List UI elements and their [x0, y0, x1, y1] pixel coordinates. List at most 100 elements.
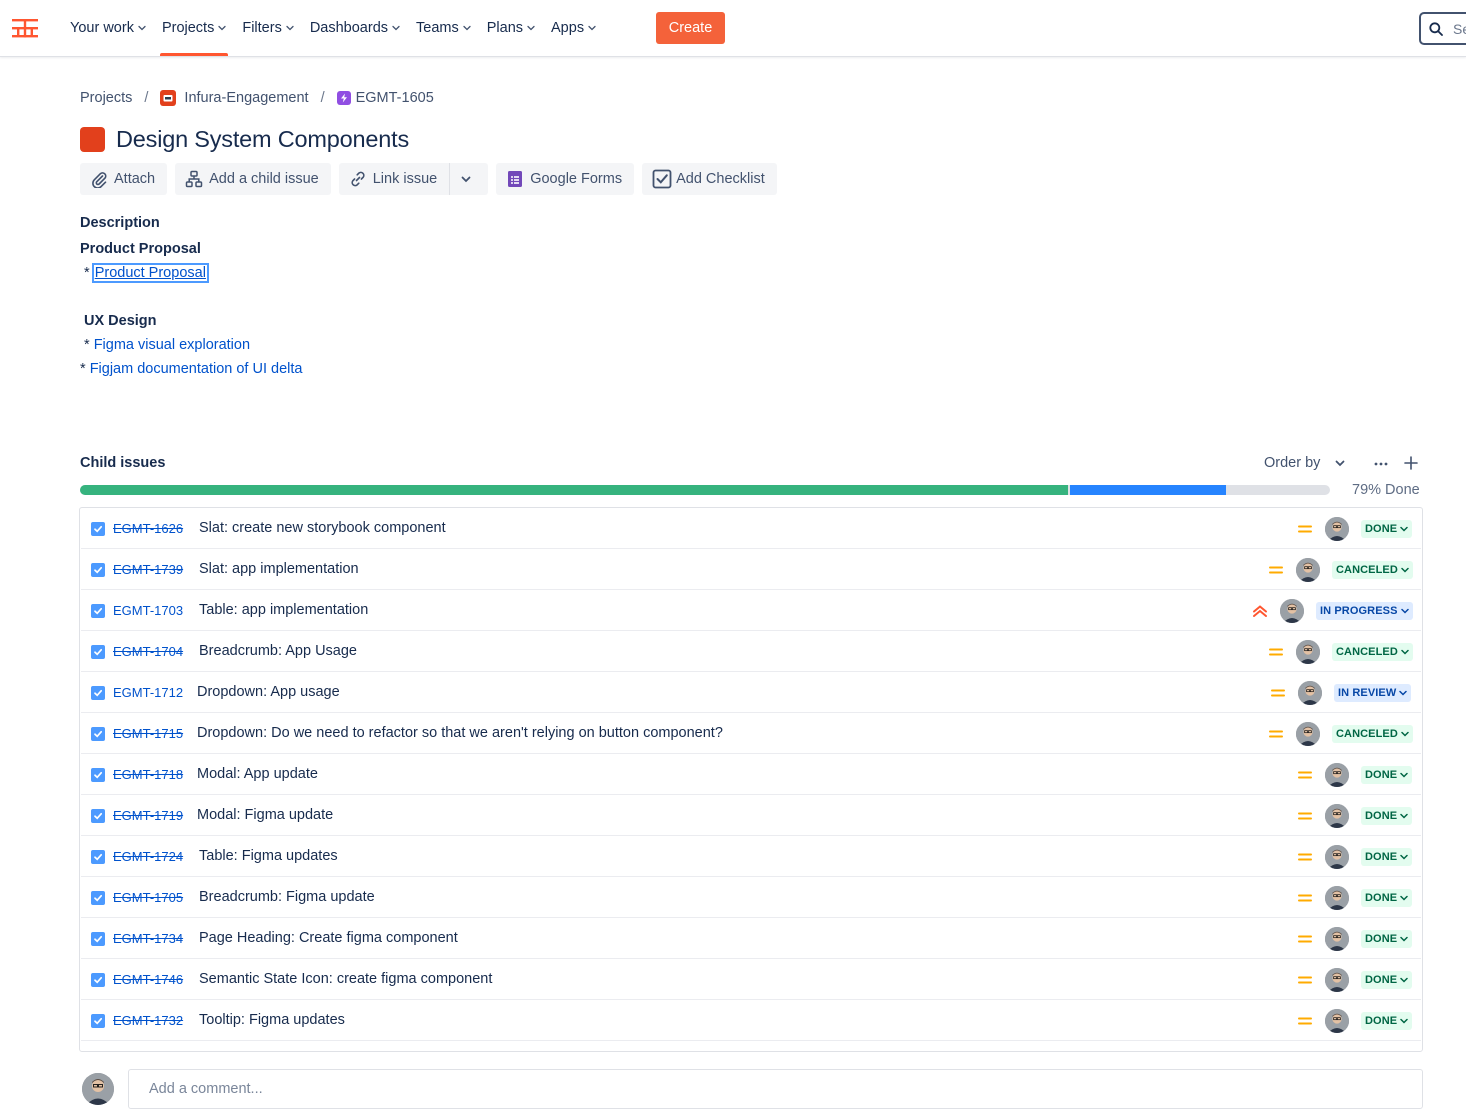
search-input[interactable]: Se	[1419, 12, 1466, 45]
table-row[interactable]: EGMT-1703 Table: app implementation IN PRO…	[81, 590, 1421, 631]
link-issue-button[interactable]: Link issue	[338, 163, 450, 195]
assignee-avatar[interactable]	[1325, 845, 1349, 869]
issue-key-link[interactable]: EGMT-1712	[113, 685, 183, 700]
issue-key-link[interactable]: EGMT-1739	[113, 562, 183, 577]
issue-summary[interactable]: Table: Figma updates	[199, 848, 338, 864]
add-comment-input[interactable]: Add a comment...	[128, 1069, 1423, 1109]
issue-key-link[interactable]: EGMT-1703	[113, 603, 183, 618]
status-dropdown[interactable]: IN PROGRESS	[1316, 602, 1413, 620]
google-forms-button[interactable]: Google Forms	[496, 163, 635, 195]
status-dropdown[interactable]: DONE	[1361, 971, 1413, 989]
issue-key-link[interactable]: EGMT-1626	[113, 521, 183, 536]
more-options-icon[interactable]	[1373, 456, 1389, 472]
status-dropdown[interactable]: DONE	[1361, 1012, 1413, 1030]
issue-key-link[interactable]: EGMT-1734	[113, 931, 183, 946]
top-navigation: Your work Projects Filters Dashboards Teams P…	[0, 0, 1466, 57]
issue-summary[interactable]: Tooltip: Figma updates	[199, 1012, 345, 1028]
assignee-avatar[interactable]	[1296, 558, 1320, 582]
status-dropdown[interactable]: CANCELED	[1332, 561, 1413, 579]
nav-item-teams[interactable]: Teams	[408, 0, 479, 56]
order-by-dropdown[interactable]: Order by	[1264, 455, 1346, 471]
create-button[interactable]: Create	[656, 12, 725, 44]
status-dropdown[interactable]: DONE	[1361, 766, 1413, 784]
table-row[interactable]: EGMT-1719 Modal: Figma update DONE	[81, 795, 1421, 836]
issue-key-link[interactable]: EGMT-1704	[113, 644, 183, 659]
figma-visual-exploration-link[interactable]: Figma visual exploration	[94, 337, 250, 353]
checklist-icon	[652, 169, 672, 189]
attach-button[interactable]: Attach	[80, 163, 168, 195]
story-checkbox-icon	[91, 850, 105, 864]
issue-summary[interactable]: Table: app implementation	[199, 602, 368, 618]
assignee-avatar[interactable]	[1325, 517, 1349, 541]
nav-item-projects[interactable]: Projects	[154, 0, 234, 56]
breadcrumb-issue-key[interactable]: EGMT-1605	[356, 90, 434, 106]
issue-key-link[interactable]: EGMT-1719	[113, 808, 183, 823]
chevron-down-icon	[1401, 731, 1409, 737]
table-row[interactable]: EGMT-1715 Dropdown: Do we need to refacto…	[81, 713, 1421, 754]
issue-key-link[interactable]: EGMT-1724	[113, 849, 183, 864]
page-title[interactable]: Design System Components	[116, 126, 409, 153]
nav-item-plans[interactable]: Plans	[479, 0, 543, 56]
chevron-down-icon	[1400, 895, 1408, 901]
nav-item-your-work[interactable]: Your work	[62, 0, 154, 56]
issue-summary[interactable]: Semantic State Icon: create figma compon…	[199, 971, 492, 987]
issue-summary[interactable]: Breadcrumb: App Usage	[199, 643, 357, 659]
nav-item-filters[interactable]: Filters	[234, 0, 301, 56]
status-dropdown[interactable]: DONE	[1361, 889, 1413, 907]
assignee-avatar[interactable]	[1325, 968, 1349, 992]
table-row[interactable]: EGMT-1724 Table: Figma updates DONE	[81, 836, 1421, 877]
issue-summary[interactable]: Slat: app implementation	[199, 561, 359, 577]
issue-key-link[interactable]: EGMT-1715	[113, 726, 183, 741]
issue-summary[interactable]: Dropdown: Do we need to refactor so that…	[197, 725, 723, 741]
status-dropdown[interactable]: DONE	[1361, 930, 1413, 948]
status-dropdown[interactable]: DONE	[1361, 807, 1413, 825]
assignee-avatar[interactable]	[1280, 599, 1304, 623]
issue-summary[interactable]: Modal: App update	[197, 766, 318, 782]
breadcrumb-projects[interactable]: Projects	[80, 90, 132, 106]
nav-item-label: Your work	[70, 20, 134, 36]
add-child-issue-icon[interactable]	[1403, 455, 1419, 471]
issue-summary[interactable]: Slat: create new storybook component	[199, 520, 446, 536]
issue-summary[interactable]: Page Heading: Create figma component	[199, 930, 458, 946]
table-row[interactable]: EGMT-1712 Dropdown: App usage IN REVIEW	[81, 672, 1421, 713]
figjam-documentation-link[interactable]: Figjam documentation of UI delta	[90, 361, 303, 377]
status-dropdown[interactable]: CANCELED	[1332, 725, 1413, 743]
product-proposal-link[interactable]: Product Proposal	[91, 263, 209, 283]
breadcrumb-project[interactable]: Infura-Engagement	[184, 90, 308, 106]
table-row[interactable]: EGMT-1746 Semantic State Icon: create fig…	[81, 959, 1421, 1000]
add-child-issue-button[interactable]: Add a child issue	[175, 163, 331, 195]
table-row[interactable]: EGMT-1626 Slat: create new storybook comp…	[81, 508, 1421, 549]
issue-summary[interactable]: Modal: Figma update	[197, 807, 333, 823]
assignee-avatar[interactable]	[1325, 804, 1349, 828]
table-row[interactable]: EGMT-1734 Page Heading: Create figma comp…	[81, 918, 1421, 959]
status-dropdown[interactable]: IN REVIEW	[1334, 684, 1412, 702]
issue-summary[interactable]: Breadcrumb: Figma update	[199, 889, 375, 905]
issue-key-link[interactable]: EGMT-1718	[113, 767, 183, 782]
table-row[interactable]: EGMT-1704 Breadcrumb: App Usage CANCELED	[81, 631, 1421, 672]
nav-item-dashboards[interactable]: Dashboards	[302, 0, 408, 56]
status-dropdown[interactable]: DONE	[1361, 848, 1413, 866]
assignee-avatar[interactable]	[1296, 722, 1320, 746]
assignee-avatar[interactable]	[1325, 763, 1349, 787]
more-actions-dropdown[interactable]	[449, 163, 489, 195]
table-row[interactable]: EGMT-1739 Slat: app implementation CANCELE…	[81, 549, 1421, 590]
table-row[interactable]: EGMT-1718 Modal: App update DONE	[81, 754, 1421, 795]
story-checkbox-icon	[91, 973, 105, 987]
add-checklist-button[interactable]: Add Checklist	[642, 163, 777, 195]
issue-summary[interactable]: Dropdown: App usage	[197, 684, 340, 700]
status-dropdown[interactable]: CANCELED	[1332, 643, 1413, 661]
app-logo-icon[interactable]	[12, 16, 38, 40]
assignee-avatar[interactable]	[1325, 1009, 1349, 1033]
assignee-avatar[interactable]	[1298, 681, 1322, 705]
nav-item-apps[interactable]: Apps	[543, 0, 604, 56]
assignee-avatar[interactable]	[1296, 640, 1320, 664]
story-checkbox-icon	[91, 891, 105, 905]
assignee-avatar[interactable]	[1325, 927, 1349, 951]
issue-key-link[interactable]: EGMT-1732	[113, 1013, 183, 1028]
issue-key-link[interactable]: EGMT-1705	[113, 890, 183, 905]
status-dropdown[interactable]: DONE	[1361, 520, 1413, 538]
assignee-avatar[interactable]	[1325, 886, 1349, 910]
table-row[interactable]: EGMT-1732 Tooltip: Figma updates DONE	[81, 1000, 1421, 1041]
issue-key-link[interactable]: EGMT-1746	[113, 972, 183, 987]
table-row[interactable]: EGMT-1705 Breadcrumb: Figma update DONE	[81, 877, 1421, 918]
